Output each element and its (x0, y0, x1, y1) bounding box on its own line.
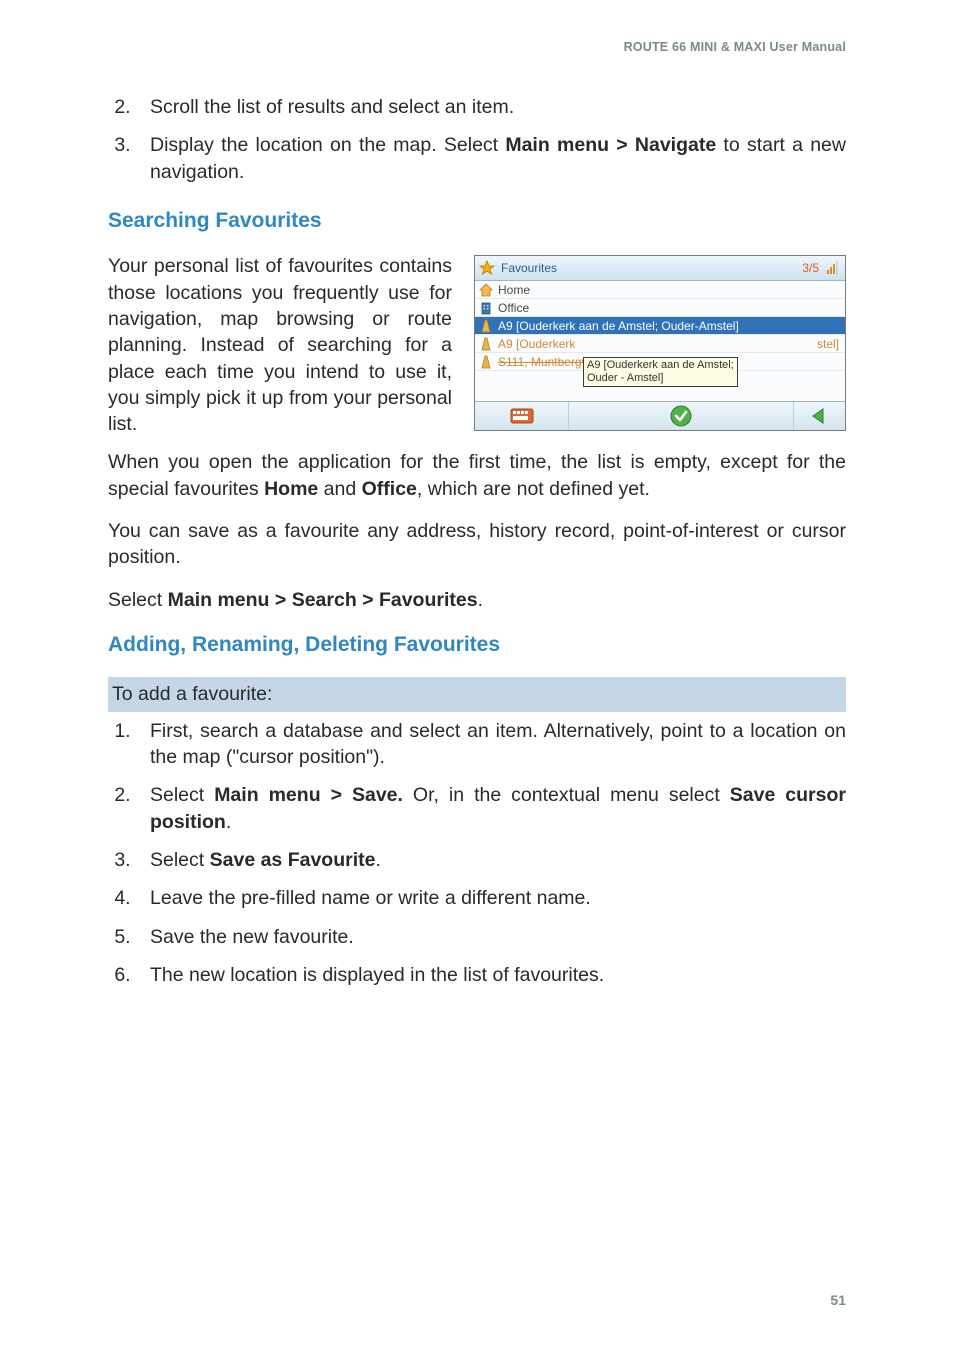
bold-text: Office (362, 478, 417, 500)
road-icon (479, 319, 493, 333)
page-number: 51 (830, 1292, 846, 1308)
list-item-text: Select (150, 849, 210, 871)
list-item-text: Display the location on the map. Select (150, 134, 505, 156)
list-item-text: Save the new favourite. (150, 926, 354, 948)
list-item-text: Leave the pre-filled name or write a dif… (150, 887, 591, 909)
favourites-row-office[interactable]: Office (475, 299, 845, 317)
list-item: The new location is displayed in the lis… (136, 962, 846, 988)
keyboard-button[interactable] (475, 402, 568, 430)
add-favourite-steps: First, search a database and select an i… (108, 718, 846, 989)
row-text: A9 [Ouderkerk aan de Amstel; Ouder-Amste… (498, 318, 739, 334)
road-icon (479, 337, 493, 351)
row-text: Office (498, 300, 529, 316)
tooltip-line: Ouder - Amstel] (587, 372, 734, 385)
road-icon (479, 355, 493, 369)
bold-text: Save as Favourite (210, 849, 376, 871)
text: Select (108, 589, 168, 611)
bold-text: Main menu > Search > Favourites (168, 589, 478, 611)
text: , which are not defined yet. (417, 478, 650, 500)
list-item-text: . (375, 849, 380, 871)
back-button[interactable] (794, 402, 845, 430)
favourites-count: 3/5 (802, 260, 819, 276)
list-item: Select Main menu > Save. Or, in the cont… (136, 782, 846, 835)
procedure-subheading: To add a favourite: (108, 677, 846, 711)
list-item: Leave the pre-filled name or write a dif… (136, 885, 846, 911)
favourites-row-home[interactable]: Home (475, 281, 845, 299)
tooltip-line: A9 [Ouderkerk aan de Amstel; (587, 359, 734, 372)
favourites-list[interactable]: Home Office A9 [Ouderkerk aan de Amstel;… (475, 281, 845, 401)
text: and (318, 478, 361, 500)
list-item: Select Save as Favourite. (136, 847, 846, 873)
favourites-row[interactable]: A9 [Ouderkerk stel] (475, 335, 845, 353)
list-item-bold: Main menu > Navigate (505, 134, 716, 156)
row-tooltip: A9 [Ouderkerk aan de Amstel; Ouder - Ams… (583, 357, 738, 386)
building-icon (479, 301, 493, 315)
favourites-title-text: Favourites (501, 260, 557, 276)
paragraph: When you open the application for the fi… (108, 449, 846, 502)
favourites-titlebar: Favourites 3/5 (475, 256, 845, 281)
row-text: Home (498, 282, 530, 298)
screenshot-wrapper: Favourites 3/5 Home (474, 255, 846, 431)
list-item-text: Or, in the contextual menu select (403, 784, 730, 806)
list-item-text: Scroll the list of results and select an… (150, 96, 514, 118)
home-icon (479, 283, 493, 297)
continuation-ordered-list: Scroll the list of results and select an… (108, 94, 846, 185)
section-heading-adding-renaming-deleting: Adding, Renaming, Deleting Favourites (108, 631, 846, 659)
list-item: Scroll the list of results and select an… (136, 94, 846, 120)
favourites-bottom-bar (475, 401, 845, 430)
page-header: ROUTE 66 MINI & MAXI User Manual (108, 40, 846, 54)
list-item-text: . (226, 811, 231, 833)
bold-text: Main menu > Save. (214, 784, 403, 806)
page-body: Scroll the list of results and select an… (108, 94, 846, 988)
row-text: A9 [Ouderkerk (498, 336, 575, 352)
confirm-button[interactable] (568, 402, 794, 430)
paragraph: Select Main menu > Search > Favourites. (108, 587, 846, 613)
list-item: First, search a database and select an i… (136, 718, 846, 771)
page: ROUTE 66 MINI & MAXI User Manual Scroll … (0, 0, 954, 1352)
text: . (478, 589, 483, 611)
list-item: Save the new favourite. (136, 924, 846, 950)
paragraph: You can save as a favourite any address,… (108, 518, 846, 571)
signal-icon (825, 260, 841, 276)
list-item-text: Select (150, 784, 214, 806)
favourites-screenshot: Favourites 3/5 Home (474, 255, 846, 431)
list-item-text: The new location is displayed in the lis… (150, 964, 604, 986)
bold-text: Home (264, 478, 318, 500)
favourites-row-selected[interactable]: A9 [Ouderkerk aan de Amstel; Ouder-Amste… (475, 317, 845, 335)
section-heading-searching-favourites: Searching Favourites (108, 207, 846, 235)
list-item-text: First, search a database and select an i… (150, 720, 846, 768)
star-icon (479, 260, 495, 276)
row-tail-text: stel] (817, 336, 839, 352)
list-item: Display the location on the map. Select … (136, 132, 846, 185)
